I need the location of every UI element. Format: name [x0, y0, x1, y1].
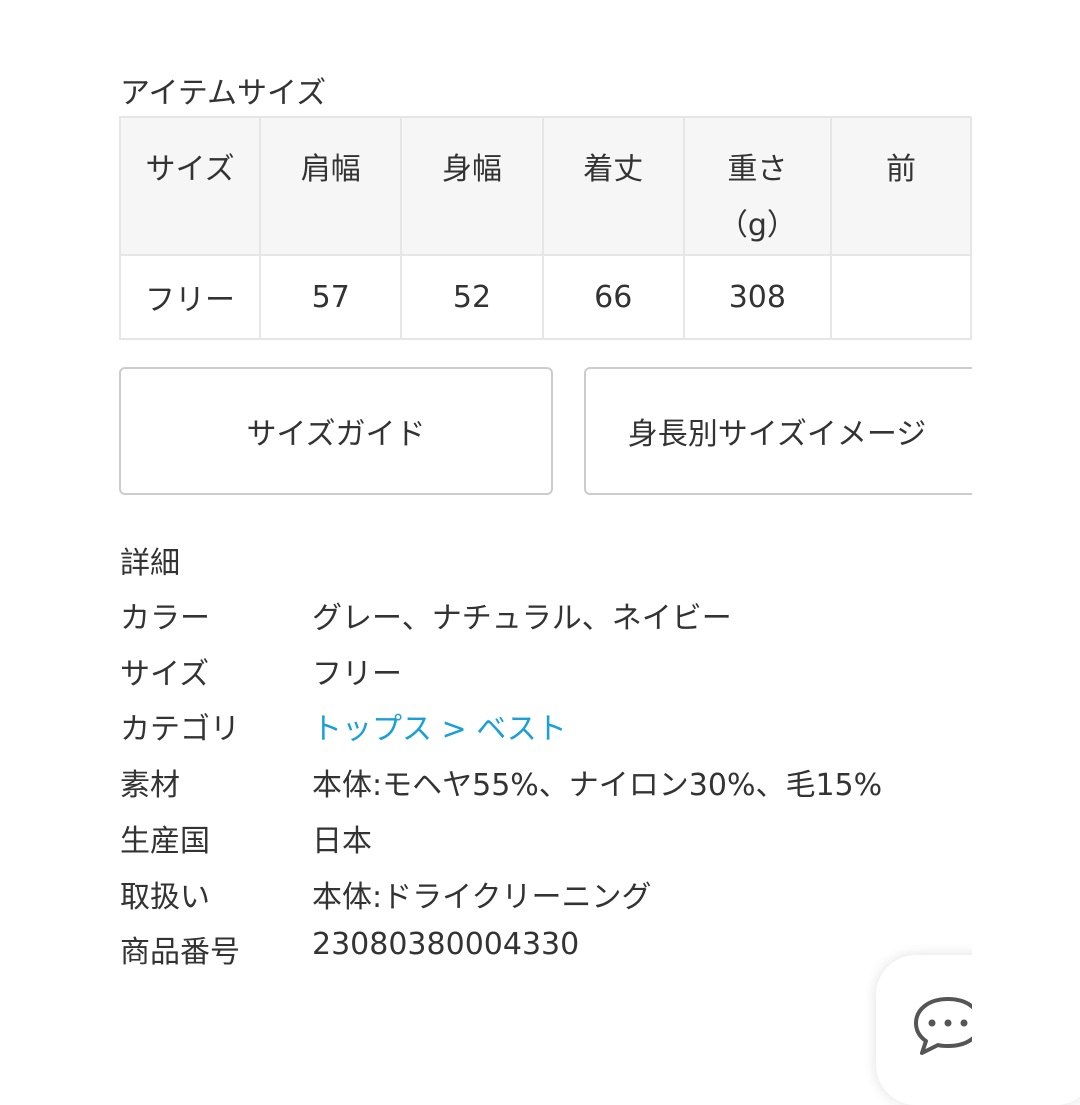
- detail-label: 生産国: [120, 823, 210, 859]
- detail-row: 取扱い 本体:ドライクリーニング: [120, 872, 652, 916]
- detail-value: 本体:ドライクリーニング: [312, 879, 652, 915]
- cell: 66: [541, 254, 685, 340]
- header-cell: 身幅: [400, 116, 544, 256]
- header-cell: 肩幅: [259, 116, 403, 256]
- detail-value: 23080380004330: [312, 927, 580, 963]
- details-heading: 詳細: [120, 546, 180, 581]
- header-cell: 前: [829, 116, 972, 256]
- cell: 52: [400, 254, 544, 340]
- detail-row: 商品番号 23080380004330: [120, 927, 579, 971]
- cell: 57: [259, 254, 403, 340]
- category-link[interactable]: トップス > ベスト: [312, 704, 567, 748]
- header-cell: サイズ: [118, 116, 262, 256]
- detail-row: 素材 本体:モヘヤ55%、ナイロン30%、毛15%: [120, 760, 882, 804]
- detail-label: 取扱い: [120, 879, 210, 915]
- cell: 308: [682, 254, 832, 340]
- detail-row: カテゴリ トップス > ベスト: [120, 704, 567, 748]
- item-size-heading: アイテムサイズ: [120, 76, 327, 111]
- cell: フリー: [118, 254, 262, 340]
- detail-row: カラー グレー、ナチュラル、ネイビー: [120, 593, 732, 637]
- detail-row: 生産国 日本: [120, 816, 372, 860]
- detail-row: サイズ フリー: [120, 649, 402, 693]
- detail-value: フリー: [312, 656, 402, 692]
- height-size-image-button[interactable]: 身長別サイズイメージ: [584, 367, 972, 495]
- size-table: サイズ 肩幅 身幅 着丈 重さ （g） 前 フリー 57 52 66 308: [118, 116, 972, 340]
- header-cell: 重さ （g）: [682, 116, 832, 256]
- detail-label: 素材: [120, 768, 180, 804]
- detail-value: 本体:モヘヤ55%、ナイロン30%、毛15%: [312, 768, 883, 804]
- detail-label: サイズ: [120, 656, 210, 692]
- size-guide-button[interactable]: サイズガイド: [119, 367, 553, 495]
- detail-label: カテゴリ: [120, 712, 240, 748]
- button-label: 身長別サイズイメージ: [627, 417, 927, 452]
- cell: [829, 254, 972, 340]
- table-row: フリー 57 52 66 308: [118, 254, 972, 340]
- header-cell: 着丈: [541, 116, 685, 256]
- detail-label: カラー: [120, 601, 210, 636]
- detail-value: 日本: [312, 823, 372, 859]
- detail-value: グレー、ナチュラル、ネイビー: [312, 601, 732, 636]
- table-header-row: サイズ 肩幅 身幅 着丈 重さ （g） 前: [118, 116, 972, 256]
- detail-label: 商品番号: [120, 935, 240, 971]
